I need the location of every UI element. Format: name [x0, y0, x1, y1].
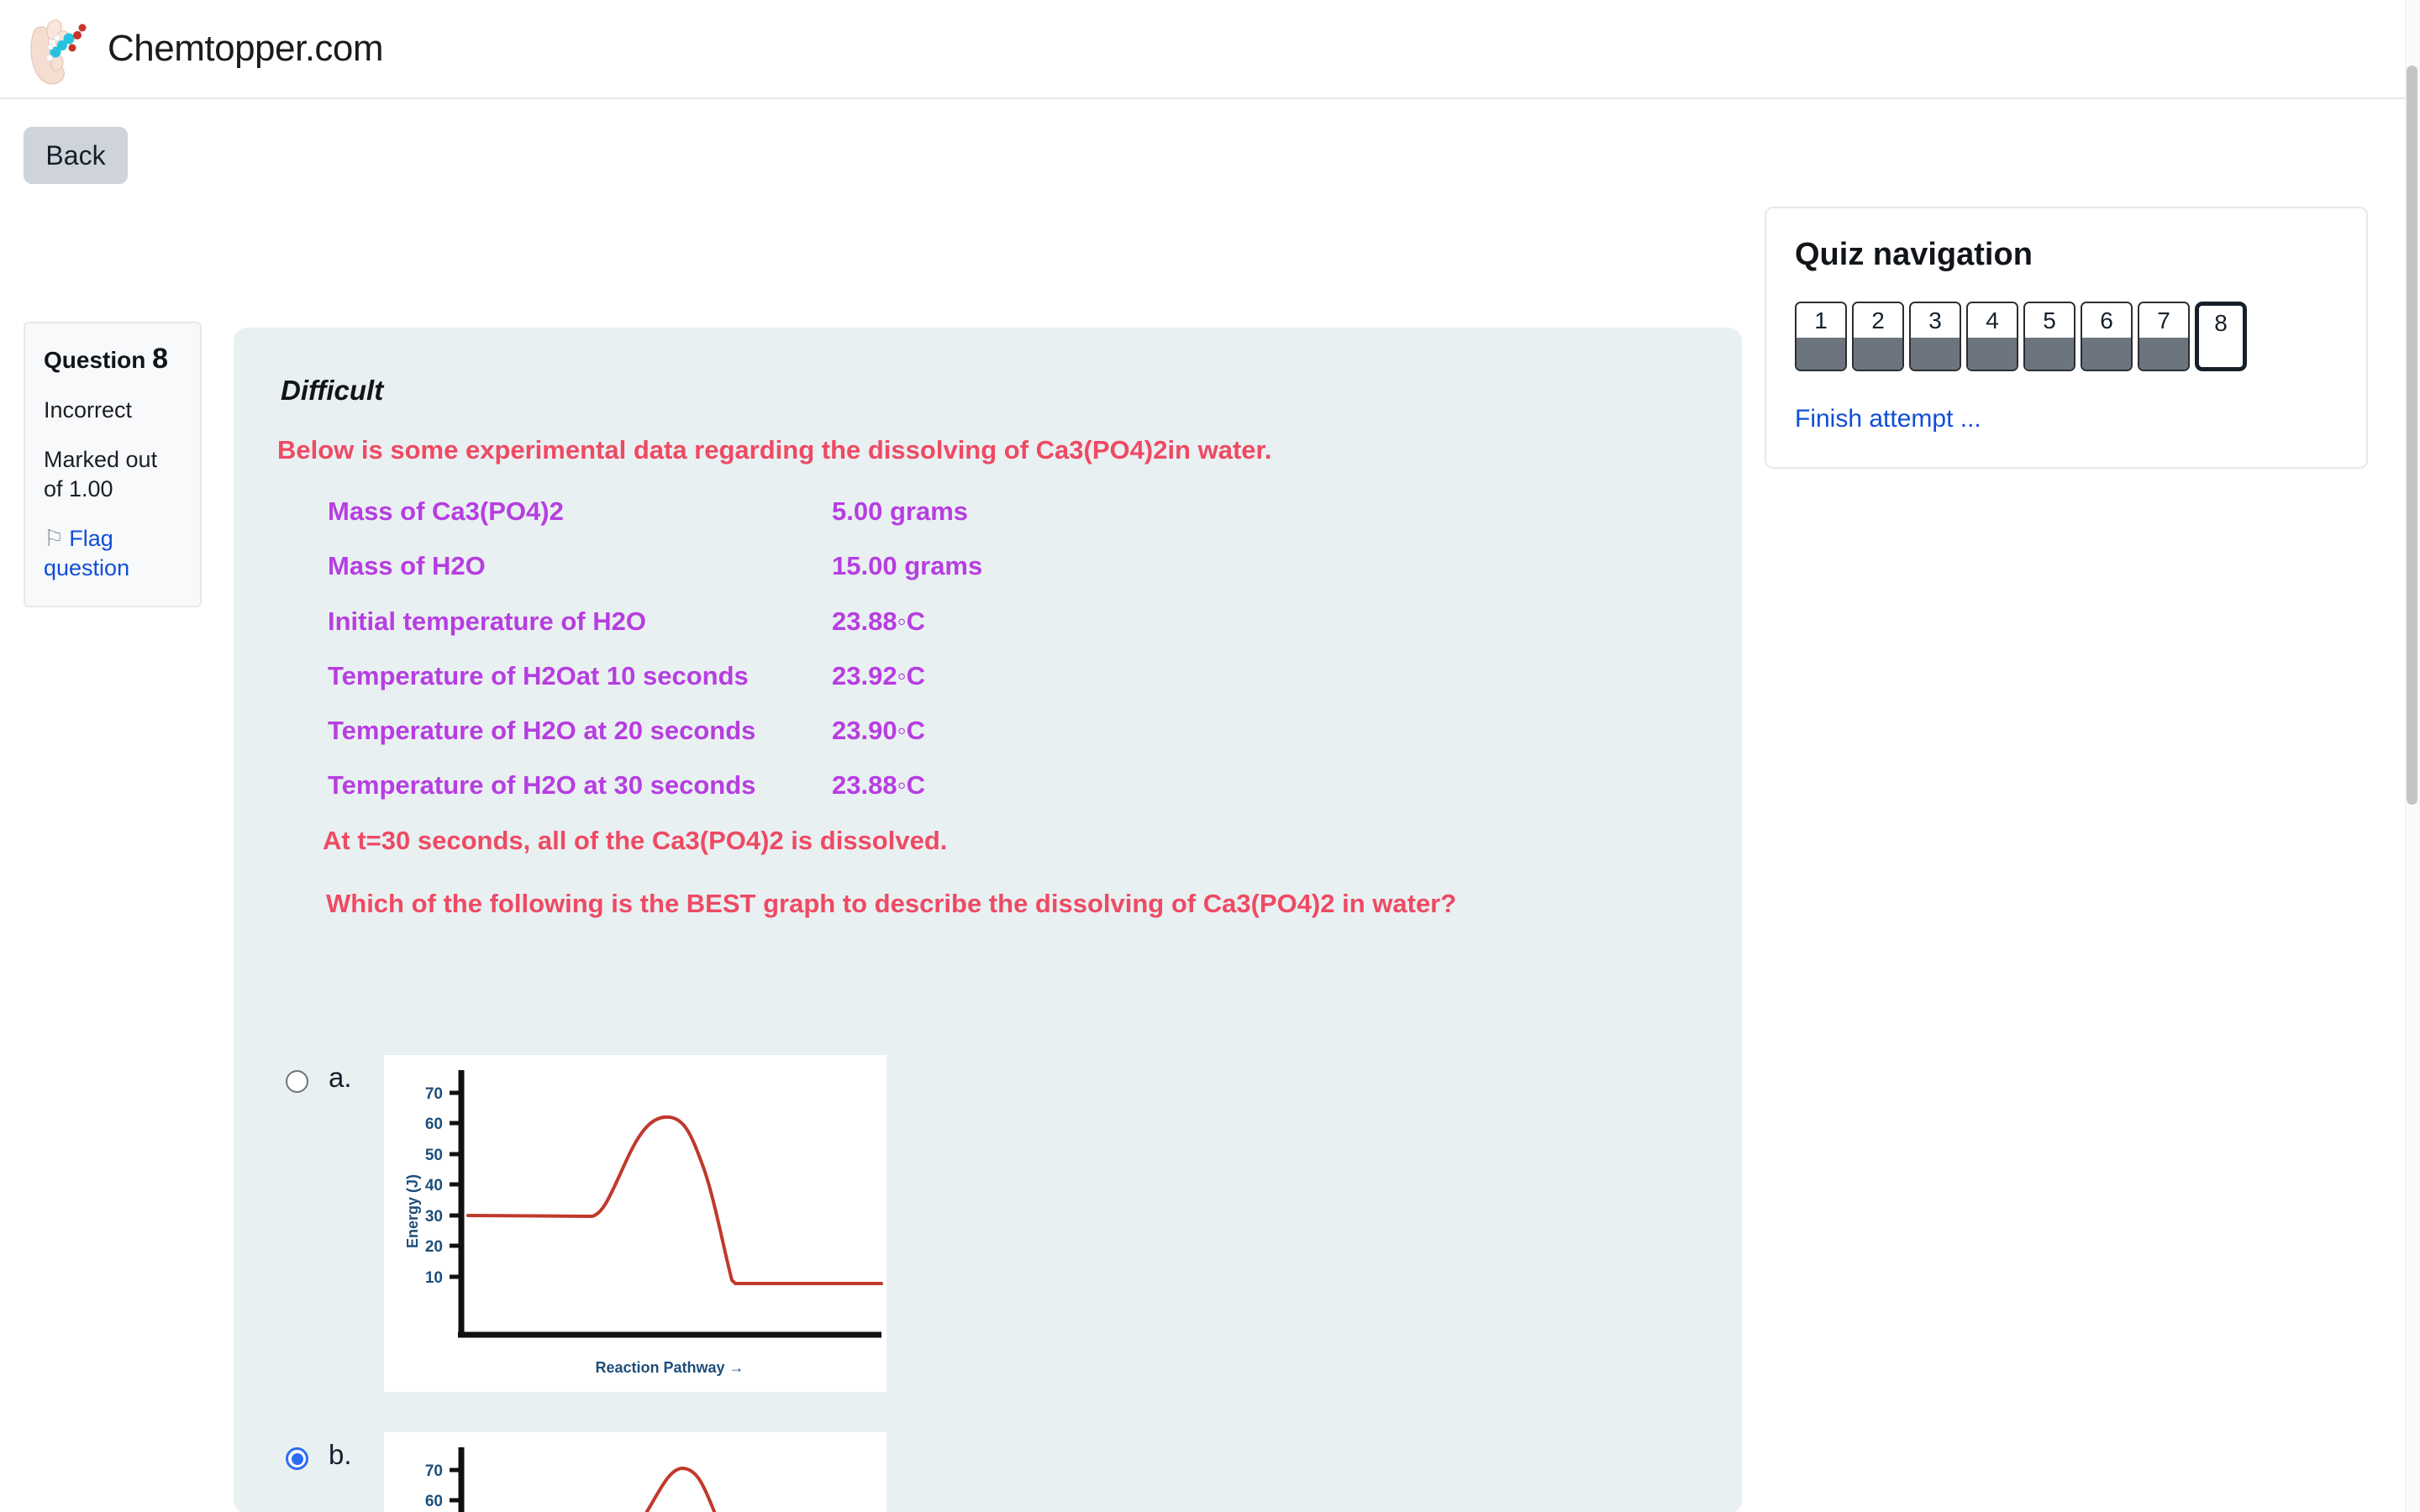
quiz-nav-label: 4 [1968, 303, 2017, 338]
svg-text:60: 60 [425, 1493, 443, 1510]
quiz-nav-state-fill [2025, 338, 2074, 370]
data-label: Initial temperature of H2O [328, 606, 646, 636]
quiz-nav-state-fill [2139, 338, 2188, 370]
flag-icon: ⚐ [44, 526, 65, 552]
quiz-nav-state-fill [1911, 338, 1960, 370]
brand-name: Chemtopper.com [108, 28, 384, 69]
data-value: 15.00 grams [832, 551, 983, 581]
finish-attempt-link[interactable]: Finish attempt ... [1795, 405, 1981, 433]
data-value: 5.00 grams [832, 496, 968, 527]
back-button[interactable]: Back [24, 127, 128, 184]
option-a-chart-card: 70 60 50 40 30 20 10 Energy (J) Reaction… [384, 1055, 886, 1393]
svg-text:70: 70 [425, 1085, 443, 1103]
quiz-nav-item-7[interactable]: 7 [2138, 302, 2190, 371]
flag-question-link[interactable]: ⚐ Flag question [44, 524, 182, 583]
quiz-nav-state-fill [2082, 338, 2131, 370]
question-marks: Marked out of 1.00 [44, 447, 158, 502]
table-row: Temperature of H2O at 20 seconds 23.90◦C [328, 715, 1688, 746]
data-value: 23.90◦C [832, 716, 925, 746]
quiz-nav-item-3[interactable]: 3 [1909, 302, 1961, 371]
question-state: Incorrect [44, 397, 133, 423]
question-label: Question [44, 347, 146, 373]
question-number: 8 [152, 343, 169, 375]
dissolution-statement: At t=30 seconds, all of the Ca3(PO4)2 is… [323, 826, 948, 856]
question-card: Difficult Below is some experimental dat… [234, 328, 1742, 1512]
page-body: Back Question 8 Incorrect Marked out of … [0, 99, 2405, 1512]
answer-letter-b: b. [329, 1439, 352, 1471]
data-label: Temperature of H2O at 20 seconds [328, 716, 756, 746]
quiz-nav-item-6[interactable]: 6 [2081, 302, 2133, 371]
experimental-data-table: Mass of Ca3(PO4)2 5.00 grams Mass of H2O… [328, 496, 1688, 801]
quiz-nav-label: 7 [2139, 303, 2188, 338]
quiz-nav-label: 3 [1911, 303, 1960, 338]
data-value: 23.88◦C [832, 770, 925, 801]
answer-letter-a: a. [329, 1062, 352, 1094]
y-axis-title: Energy (J) [404, 1174, 421, 1248]
vertical-scrollbar-track[interactable] [2405, 0, 2420, 1512]
svg-text:70: 70 [425, 1462, 443, 1480]
question-info-box: Question 8 Incorrect Marked out of 1.00 … [24, 322, 202, 607]
question-number-heading: Question 8 [44, 343, 182, 375]
svg-text:10: 10 [425, 1269, 443, 1287]
quiz-nav-item-2[interactable]: 2 [1852, 302, 1904, 371]
radio-option-a[interactable] [286, 1070, 308, 1094]
quiz-nav-item-5[interactable]: 5 [2023, 302, 2075, 371]
quiz-nav-item-4[interactable]: 4 [1966, 302, 2018, 371]
svg-text:40: 40 [425, 1177, 443, 1194]
quiz-nav-label: 8 [2199, 306, 2243, 340]
quiz-nav-item-1[interactable]: 1 [1795, 302, 1847, 371]
data-label: Mass of Ca3(PO4)2 [328, 496, 564, 527]
quiz-nav-state-fill [1854, 338, 1902, 370]
data-value: 23.92◦C [832, 660, 925, 690]
quiz-nav-label: 1 [1797, 303, 1845, 338]
difficulty-label: Difficult [281, 375, 384, 406]
data-label: Temperature of H2O at 30 seconds [328, 770, 756, 801]
answer-option-a[interactable]: a. 70 60 50 40 30 20 10 Energy (J) React… [286, 1055, 1688, 1393]
option-b-chart: 70 60 50 40 30 20 [384, 1432, 886, 1512]
vertical-scrollbar-thumb[interactable] [2407, 66, 2417, 805]
quiz-nav-label: 6 [2082, 303, 2131, 338]
table-row: Temperature of H2Oat 10 seconds 23.92◦C [328, 660, 1688, 691]
svg-text:50: 50 [425, 1147, 443, 1164]
quiz-nav-state-fill [1797, 338, 1845, 370]
question-prompt: Below is some experimental data regardin… [277, 435, 1272, 465]
quiz-navigation-title: Quiz navigation [1795, 237, 2033, 272]
table-row: Temperature of H2O at 30 seconds 23.88◦C [328, 769, 1688, 801]
quiz-nav-label: 2 [1854, 303, 1902, 338]
quiz-nav-label: 5 [2025, 303, 2074, 338]
table-row: Initial temperature of H2O 23.88◦C [328, 606, 1688, 637]
table-row: Mass of Ca3(PO4)2 5.00 grams [328, 496, 1688, 527]
svg-text:30: 30 [425, 1208, 443, 1226]
site-header: Chemtopper.com [0, 0, 2405, 99]
quiz-nav-state-fill [1968, 338, 2017, 370]
svg-text:60: 60 [425, 1116, 443, 1133]
x-axis-title: Reaction Pathway → [595, 1359, 744, 1376]
data-label: Mass of H2O [328, 551, 486, 581]
quiz-navigation-panel: Quiz navigation 1 2 3 4 5 6 7 8 Finish a… [1765, 207, 2368, 469]
brand[interactable]: Chemtopper.com [22, 8, 384, 89]
answer-options: a. 70 60 50 40 30 20 10 Energy (J) React… [274, 1055, 1688, 1512]
radio-option-b[interactable] [286, 1447, 308, 1471]
quiz-navigation-boxes: 1 2 3 4 5 6 7 8 [1795, 302, 2338, 371]
table-row: Mass of H2O 15.00 grams [328, 550, 1688, 581]
data-value: 23.88◦C [832, 606, 925, 636]
data-label: Temperature of H2Oat 10 seconds [328, 660, 749, 690]
option-b-chart-card: 70 60 50 40 30 20 [384, 1432, 886, 1512]
answer-option-b[interactable]: b. 70 60 50 [286, 1432, 1688, 1512]
hand-holding-molecule-logo-icon [22, 8, 103, 89]
quiz-nav-item-8[interactable]: 8 [2195, 302, 2247, 371]
question-ask: Which of the following is the BEST graph… [326, 888, 1457, 918]
option-a-chart: 70 60 50 40 30 20 10 Energy (J) Reaction… [384, 1055, 886, 1393]
svg-text:20: 20 [425, 1238, 443, 1256]
quiz-nav-state-fill [2199, 340, 2243, 367]
